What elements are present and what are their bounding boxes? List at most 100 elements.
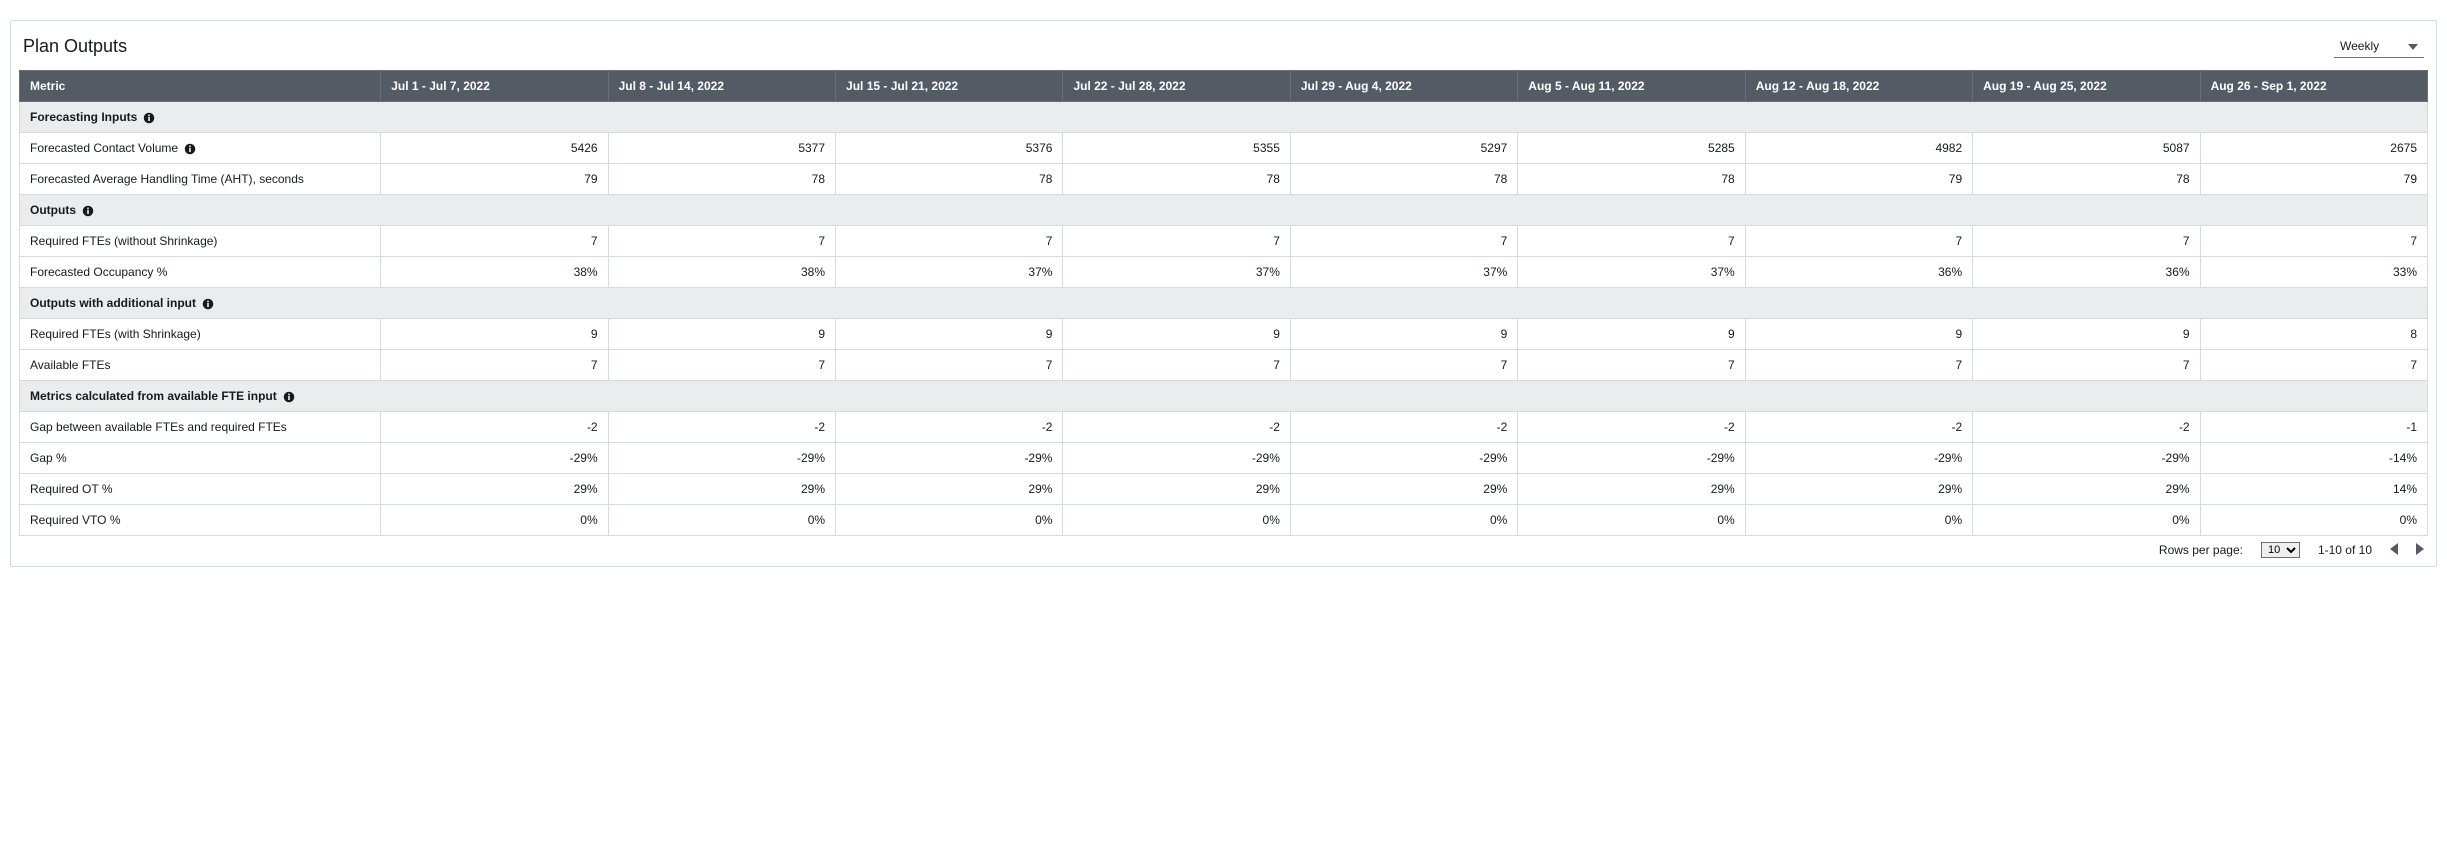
period-selected-label: Weekly: [2340, 39, 2379, 53]
chevron-down-icon: [2408, 39, 2418, 53]
table-row: Available FTEs777777777: [20, 350, 2428, 381]
metric-value: -29%: [1290, 443, 1517, 474]
col-metric: Metric: [20, 71, 381, 102]
section-row: Metrics calculated from available FTE in…: [20, 381, 2428, 412]
metric-value: 7: [1063, 226, 1290, 257]
metric-value: 33%: [2200, 257, 2427, 288]
metric-value: 7: [608, 350, 835, 381]
metric-value: 0%: [1063, 505, 1290, 536]
metric-value: 0%: [1290, 505, 1517, 536]
metric-value: 7: [836, 350, 1063, 381]
metric-value: 7: [1973, 350, 2200, 381]
table-row: Gap %-29%-29%-29%-29%-29%-29%-29%-29%-14…: [20, 443, 2428, 474]
metric-value: -14%: [2200, 443, 2427, 474]
section-label: Forecasting Inputs: [20, 102, 2428, 133]
metric-label: Forecasted Occupancy %: [20, 257, 381, 288]
metric-value: 9: [1973, 319, 2200, 350]
metric-value: 7: [608, 226, 835, 257]
metric-label: Required VTO %: [20, 505, 381, 536]
metric-value: 37%: [1290, 257, 1517, 288]
metric-value: 38%: [608, 257, 835, 288]
metric-value: 7: [836, 226, 1063, 257]
metric-value: 14%: [2200, 474, 2427, 505]
info-icon[interactable]: [143, 112, 155, 124]
info-icon[interactable]: [202, 298, 214, 310]
metric-value: 0%: [1745, 505, 1972, 536]
info-icon[interactable]: [82, 205, 94, 217]
metric-value: 37%: [1063, 257, 1290, 288]
rows-per-page-select[interactable]: 10: [2261, 542, 2300, 558]
metric-value: 7: [1745, 350, 1972, 381]
col-period: Jul 15 - Jul 21, 2022: [836, 71, 1063, 102]
col-period: Jul 8 - Jul 14, 2022: [608, 71, 835, 102]
metric-value: 7: [1063, 350, 1290, 381]
col-period: Jul 29 - Aug 4, 2022: [1290, 71, 1517, 102]
col-period: Jul 1 - Jul 7, 2022: [381, 71, 608, 102]
metric-value: 78: [608, 164, 835, 195]
metric-value: 29%: [1063, 474, 1290, 505]
metric-value: -29%: [608, 443, 835, 474]
rows-per-page-label: Rows per page:: [2159, 543, 2243, 557]
metric-value: 78: [1518, 164, 1745, 195]
metric-value: 8: [2200, 319, 2427, 350]
info-icon[interactable]: [184, 143, 196, 155]
metric-value: 7: [381, 350, 608, 381]
col-period: Aug 12 - Aug 18, 2022: [1745, 71, 1972, 102]
metric-value: 9: [1290, 319, 1517, 350]
metric-label: Required OT %: [20, 474, 381, 505]
metric-value: -29%: [1973, 443, 2200, 474]
metric-label: Forecasted Contact Volume: [20, 133, 381, 164]
section-label: Outputs with additional input: [20, 288, 2428, 319]
info-icon[interactable]: [283, 391, 295, 403]
metric-value: 5087: [1973, 133, 2200, 164]
section-row: Forecasting Inputs: [20, 102, 2428, 133]
metric-value: 5355: [1063, 133, 1290, 164]
table-row: Forecasted Contact Volume542653775376535…: [20, 133, 2428, 164]
metric-value: -2: [1290, 412, 1517, 443]
col-period: Aug 5 - Aug 11, 2022: [1518, 71, 1745, 102]
metric-value: 0%: [1973, 505, 2200, 536]
metric-value: 7: [1518, 226, 1745, 257]
metric-value: 7: [1745, 226, 1972, 257]
metric-value: 7: [1973, 226, 2200, 257]
section-label: Metrics calculated from available FTE in…: [20, 381, 2428, 412]
metric-value: 7: [381, 226, 608, 257]
table-row: Forecasted Occupancy %38%38%37%37%37%37%…: [20, 257, 2428, 288]
metric-value: 9: [608, 319, 835, 350]
metric-label: Required FTEs (without Shrinkage): [20, 226, 381, 257]
metric-value: 5376: [836, 133, 1063, 164]
metric-value: 79: [1745, 164, 1972, 195]
metric-value: -2: [1518, 412, 1745, 443]
metric-value: -29%: [1063, 443, 1290, 474]
metric-value: 29%: [836, 474, 1063, 505]
metric-value: 29%: [381, 474, 608, 505]
metric-label: Required FTEs (with Shrinkage): [20, 319, 381, 350]
metric-value: 9: [1745, 319, 1972, 350]
pager-prev-button[interactable]: [2390, 543, 2398, 558]
period-dropdown[interactable]: Weekly: [2334, 35, 2424, 58]
col-period: Aug 26 - Sep 1, 2022: [2200, 71, 2427, 102]
metric-value: 0%: [2200, 505, 2427, 536]
section-row: Outputs with additional input: [20, 288, 2428, 319]
pager-next-button[interactable]: [2416, 543, 2424, 558]
metric-value: -2: [1973, 412, 2200, 443]
page-title: Plan Outputs: [23, 36, 127, 57]
metric-value: 36%: [1745, 257, 1972, 288]
col-period: Jul 22 - Jul 28, 2022: [1063, 71, 1290, 102]
table-row: Forecasted Average Handling Time (AHT), …: [20, 164, 2428, 195]
metric-value: -2: [381, 412, 608, 443]
metric-value: 7: [2200, 350, 2427, 381]
metric-label: Available FTEs: [20, 350, 381, 381]
col-period: Aug 19 - Aug 25, 2022: [1973, 71, 2200, 102]
metric-value: 78: [836, 164, 1063, 195]
metric-value: 78: [1063, 164, 1290, 195]
metric-value: 79: [2200, 164, 2427, 195]
metric-value: 7: [2200, 226, 2427, 257]
metric-value: 37%: [836, 257, 1063, 288]
metric-value: 29%: [1973, 474, 2200, 505]
plan-outputs-table: MetricJul 1 - Jul 7, 2022Jul 8 - Jul 14,…: [19, 70, 2428, 536]
metric-value: 0%: [836, 505, 1063, 536]
metric-value: 5285: [1518, 133, 1745, 164]
metric-value: 9: [836, 319, 1063, 350]
metric-value: 29%: [608, 474, 835, 505]
